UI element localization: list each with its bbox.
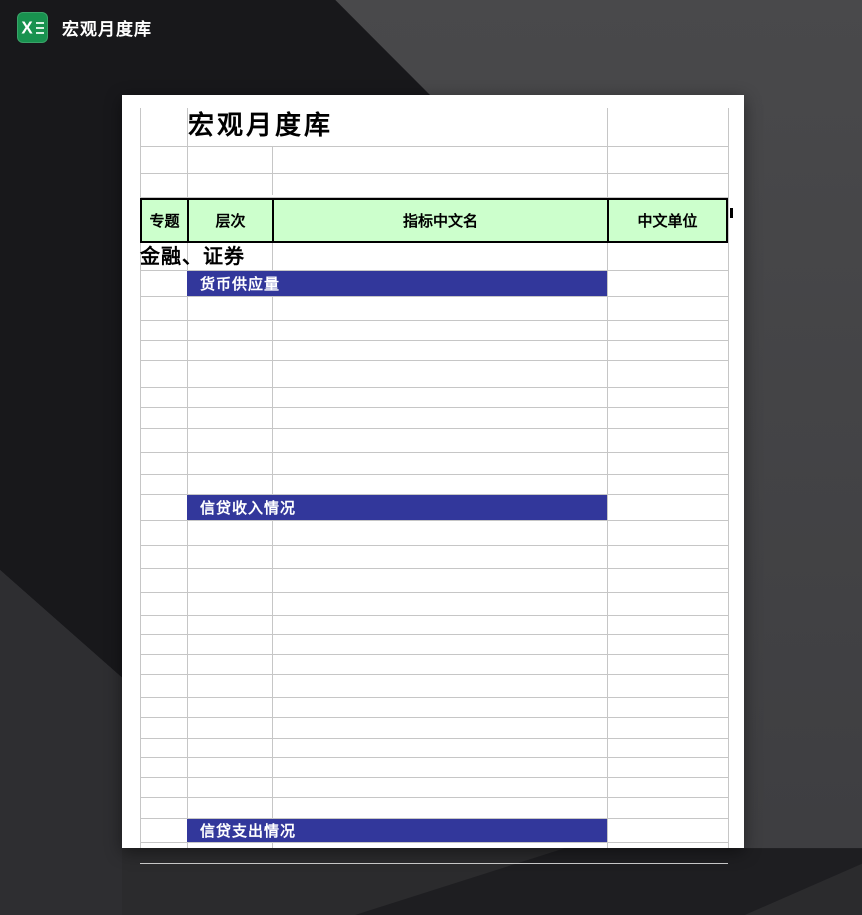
header-row: 专题 层次 指标中文名 中文单位 — [140, 198, 728, 243]
excel-icon-grid — [36, 22, 44, 34]
sheet-row — [140, 453, 728, 475]
sheet-row — [140, 321, 728, 341]
title-row: 宏观月度库 — [140, 108, 728, 147]
excel-icon-x: X — [21, 19, 32, 37]
sheet-row — [140, 864, 728, 879]
sheet-row — [140, 569, 728, 593]
column-header-indicator-name: 指标中文名 — [274, 200, 609, 241]
banner-row: 信贷支出情况 — [140, 819, 728, 843]
sheet-row — [140, 429, 728, 453]
sheet-row — [140, 174, 728, 198]
column-header-unit: 中文单位 — [609, 200, 726, 241]
sheet-row — [140, 843, 728, 864]
sheet-row — [140, 778, 728, 798]
column-header-level: 层次 — [189, 200, 274, 241]
banner-row: 货币供应量 — [140, 271, 728, 297]
sheet-row — [140, 635, 728, 655]
sheet-row — [140, 546, 728, 569]
sheet-row — [140, 593, 728, 616]
sheet-row — [140, 408, 728, 429]
sheet-row — [140, 475, 728, 495]
sheet-row — [140, 521, 728, 546]
section-row: 金融、证券 — [140, 243, 728, 271]
sheet-row — [140, 297, 728, 321]
banner-credit-expenditure: 信贷支出情况 — [187, 819, 607, 842]
app-title: 宏观月度库 — [62, 15, 152, 40]
sheet-row — [140, 675, 728, 698]
spreadsheet-page: 宏观月度库 专题 层次 指标中文名 中文单位 金融、证券 货币供应量 — [122, 95, 744, 848]
sheet-row — [140, 718, 728, 739]
column-header-topic: 专题 — [142, 200, 189, 241]
sheet-grid: 宏观月度库 专题 层次 指标中文名 中文单位 金融、证券 货币供应量 — [140, 108, 728, 879]
sheet-row — [140, 361, 728, 388]
sheet-row — [140, 655, 728, 675]
section-title: 金融、证券 — [140, 243, 245, 270]
sheet-row — [140, 341, 728, 361]
banner-row: 信贷收入情况 — [140, 495, 728, 521]
gridline-vertical — [728, 108, 729, 848]
sheet-row — [140, 388, 728, 408]
sheet-row — [140, 798, 728, 819]
sheet-row — [140, 739, 728, 758]
clipped-column-fragment — [730, 208, 733, 218]
banner-money-supply: 货币供应量 — [187, 271, 607, 296]
sheet-row — [140, 616, 728, 635]
sheet-row — [140, 758, 728, 778]
excel-icon: X — [17, 12, 48, 43]
sheet-row — [140, 147, 728, 174]
column-header: 专题 层次 指标中文名 中文单位 — [140, 198, 728, 243]
banner-credit-income: 信贷收入情况 — [187, 495, 607, 520]
sheet-row — [140, 698, 728, 718]
titlebar: X 宏观月度库 — [17, 12, 152, 43]
sheet-title: 宏观月度库 — [188, 106, 333, 144]
